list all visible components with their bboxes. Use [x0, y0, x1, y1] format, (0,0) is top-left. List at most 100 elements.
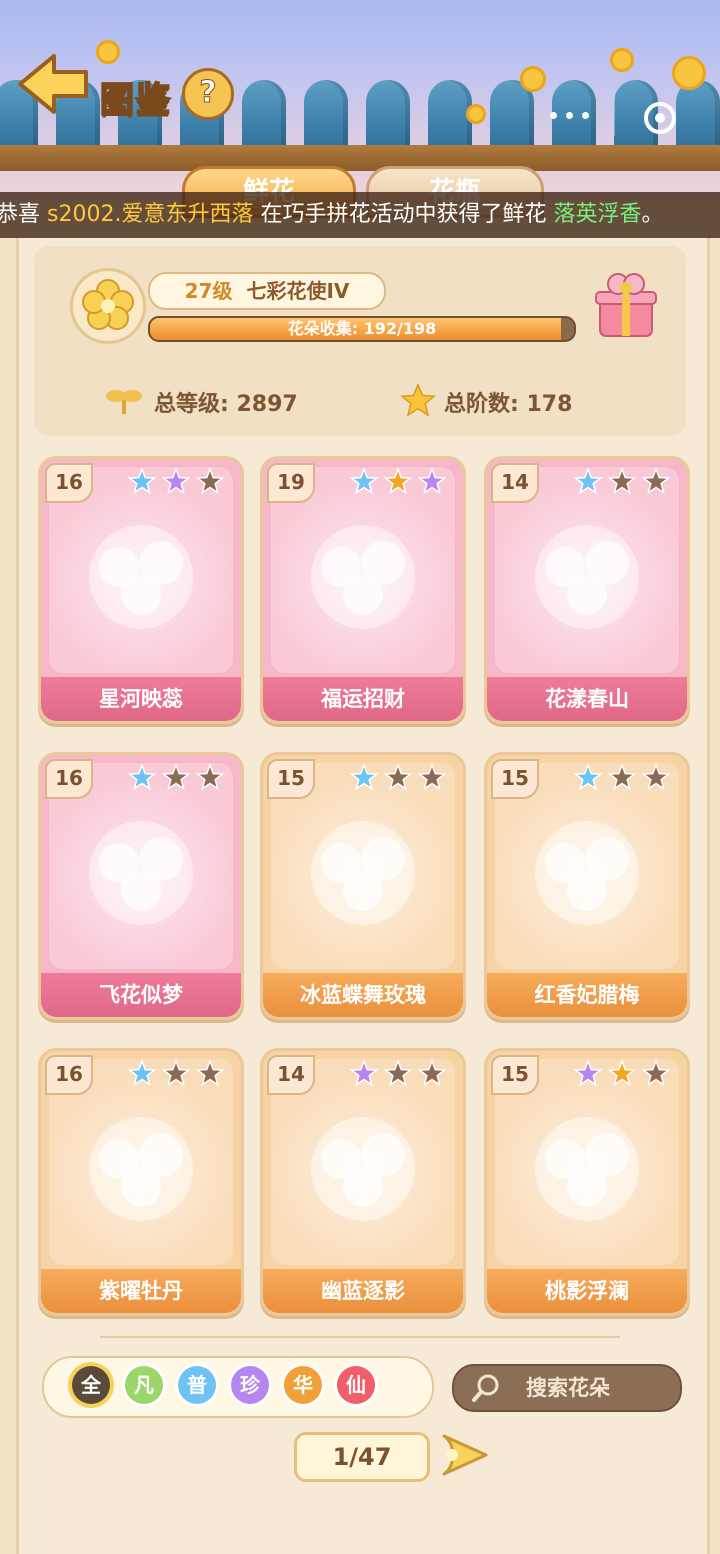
card-level: 15 — [491, 1055, 539, 1095]
card-star-rating — [349, 763, 447, 791]
dot-icon — [582, 112, 589, 119]
flower-card[interactable]: 14 花漾春山 — [484, 456, 690, 724]
card-name: 红香妃腊梅 — [487, 973, 687, 1017]
blossom-decoration — [466, 104, 486, 124]
blossom-decoration — [96, 40, 120, 64]
card-name: 飞花似梦 — [41, 973, 241, 1017]
rarity-filter-button[interactable]: 仙 — [337, 1366, 375, 1404]
flower-card[interactable]: 14 幽蓝逐影 — [260, 1048, 466, 1316]
back-button[interactable] — [14, 48, 92, 120]
close-miniprogram-button[interactable] — [642, 100, 678, 136]
flower-card[interactable]: 15 桃影浮澜 — [484, 1048, 690, 1316]
target-icon — [644, 102, 676, 134]
card-star-rating — [349, 467, 447, 495]
capsule-divider — [614, 96, 615, 136]
star-icon — [417, 1059, 447, 1087]
roof-edge — [0, 145, 720, 171]
card-star-rating — [127, 763, 225, 791]
help-button[interactable]: ? — [182, 68, 234, 120]
flower-card[interactable]: 16 飞花似梦 — [38, 752, 244, 1020]
card-level: 14 — [491, 463, 539, 503]
rarity-filter-button[interactable]: 华 — [284, 1366, 322, 1404]
card-name: 桃影浮澜 — [487, 1269, 687, 1313]
card-name: 幽蓝逐影 — [263, 1269, 463, 1313]
card-level: 16 — [45, 1055, 93, 1095]
flower-card[interactable]: 15 冰蓝蝶舞玫瑰 — [260, 752, 466, 1020]
card-level: 14 — [267, 1055, 315, 1095]
ticker-username: s2002.爱意东升西落 — [47, 202, 254, 227]
announcement-ticker: 恭喜 s2002.爱意东升西落 在巧手拼花活动中获得了鲜花 落英浮香。 — [0, 192, 720, 238]
more-options-button[interactable] — [546, 104, 594, 126]
star-icon — [349, 763, 379, 791]
star-icon — [641, 467, 671, 495]
star-icon — [641, 763, 671, 791]
footer-divider — [100, 1336, 620, 1338]
ticker-message: 在巧手拼花活动中获得了鲜花 — [260, 202, 547, 227]
rarity-filter-button[interactable]: 全 — [72, 1366, 110, 1404]
flower-card[interactable]: 16 星河映蕊 — [38, 456, 244, 724]
star-icon — [349, 1059, 379, 1087]
player-level: 27级 — [184, 279, 233, 303]
star-icon — [349, 467, 379, 495]
star-icon — [127, 467, 157, 495]
search-label: 搜索花朵 — [526, 1376, 610, 1400]
card-level: 19 — [267, 463, 315, 503]
ticker-flower-name: 落英浮香 — [553, 202, 642, 227]
star-icon — [607, 467, 637, 495]
level-rank-label: 27级 七彩花使IV — [148, 272, 386, 310]
star-icon — [383, 763, 413, 791]
star-icon — [417, 467, 447, 495]
star-icon — [195, 1059, 225, 1087]
flower-card[interactable]: 19 福运招财 — [260, 456, 466, 724]
search-icon — [472, 1374, 499, 1402]
card-name: 花漾春山 — [487, 677, 687, 721]
card-name: 星河映蕊 — [41, 677, 241, 721]
card-name: 紫曜牡丹 — [41, 1269, 241, 1313]
total-stars-stat: 总阶数: 178 — [444, 392, 573, 417]
dot-icon — [550, 112, 557, 119]
star-icon — [383, 1059, 413, 1087]
star-icon — [607, 1059, 637, 1087]
total-level-stat: 总等级: 2897 — [154, 392, 298, 417]
star-icon — [417, 763, 447, 791]
next-arrow-icon — [442, 1434, 488, 1476]
progress-label: 花朵收集: 192/198 — [287, 319, 437, 338]
page-title: 图鉴 — [99, 79, 172, 121]
star-icon — [127, 1059, 157, 1087]
card-star-rating — [127, 1059, 225, 1087]
card-level: 16 — [45, 463, 93, 503]
card-level: 15 — [267, 759, 315, 799]
star-icon — [161, 467, 191, 495]
blossom-decoration — [520, 66, 546, 92]
level-badge — [70, 268, 146, 344]
dot-icon — [566, 112, 573, 119]
rarity-filter-button[interactable]: 凡 — [125, 1366, 163, 1404]
card-name: 福运招财 — [263, 677, 463, 721]
ticker-suffix: 。 — [641, 202, 664, 227]
rarity-filter-button[interactable]: 普 — [178, 1366, 216, 1404]
card-level: 16 — [45, 759, 93, 799]
next-page-button[interactable] — [436, 1430, 494, 1480]
star-icon — [641, 1059, 671, 1087]
card-star-rating — [573, 763, 671, 791]
card-star-rating — [127, 467, 225, 495]
star-icon — [400, 384, 436, 416]
ticker-prefix: 恭喜 — [0, 202, 41, 227]
card-name: 冰蓝蝶舞玫瑰 — [263, 973, 463, 1017]
search-flowers-button[interactable]: 搜索花朵 — [452, 1364, 682, 1412]
rarity-filter-button[interactable]: 珍 — [231, 1366, 269, 1404]
star-icon — [195, 467, 225, 495]
player-rank: 七彩花使IV — [246, 279, 350, 303]
star-icon — [195, 763, 225, 791]
card-star-rating — [349, 1059, 447, 1087]
blossom-decoration — [672, 56, 706, 90]
reward-gift-button[interactable] — [594, 270, 658, 340]
flower-card[interactable]: 15 红香妃腊梅 — [484, 752, 690, 1020]
star-icon — [127, 763, 157, 791]
page-indicator: 1/47 — [294, 1432, 430, 1482]
flower-card[interactable]: 16 紫曜牡丹 — [38, 1048, 244, 1316]
card-star-rating — [573, 1059, 671, 1087]
card-level: 15 — [491, 759, 539, 799]
gift-box-icon — [595, 273, 657, 337]
star-icon — [573, 1059, 603, 1087]
